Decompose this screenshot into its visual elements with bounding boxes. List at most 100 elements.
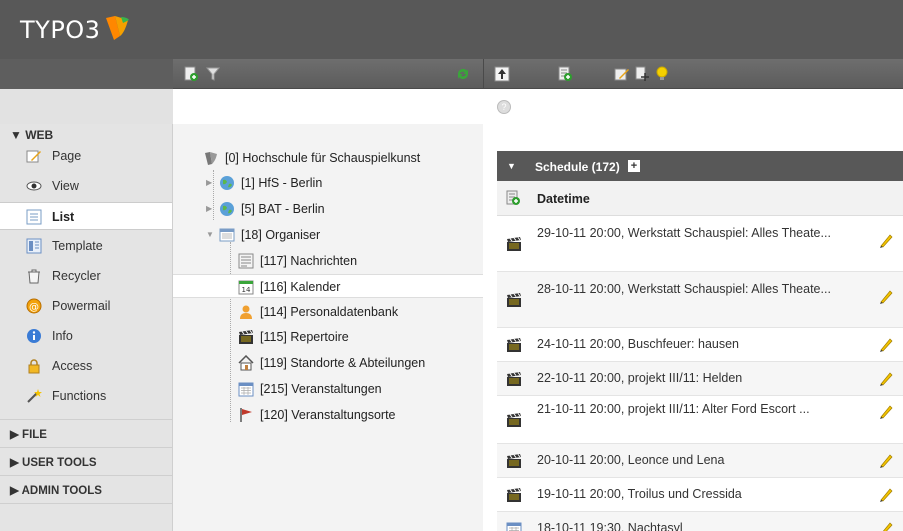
module-access[interactable]: Access: [0, 352, 172, 380]
edit-page-icon[interactable]: [614, 66, 630, 82]
functions-wand-icon: [27, 389, 42, 403]
clapperboard-icon: [507, 454, 521, 468]
edit-pencil-icon[interactable]: [879, 403, 893, 419]
module-list[interactable]: List: [0, 202, 172, 230]
tree-node-label: [1] HfS - Berlin: [241, 176, 323, 190]
new-record-icon[interactable]: [505, 190, 521, 206]
edit-pencil-icon[interactable]: [879, 336, 893, 352]
group-admin-tools[interactable]: ▶ ADMIN TOOLS: [10, 483, 102, 497]
row-datetime[interactable]: 24-10-11 20:00, Buschfeuer: hausen: [537, 336, 837, 353]
module-recycler[interactable]: Recycler: [0, 262, 172, 290]
edit-pencil-icon[interactable]: [879, 288, 893, 304]
move-page-icon[interactable]: [634, 66, 650, 82]
module-menu-subbar: [0, 89, 173, 124]
row-datetime[interactable]: 22-10-11 20:00, projekt III/11: Helden: [537, 370, 837, 387]
tree-node-label: [115] Repertoire: [260, 330, 349, 344]
flag-icon: [240, 408, 252, 422]
row-datetime[interactable]: 20-10-11 20:00, Leonce und Lena: [537, 452, 837, 469]
edit-pencil-icon[interactable]: [879, 232, 893, 248]
edit-pencil-icon[interactable]: [879, 520, 893, 531]
table-row[interactable]: 19-10-11 20:00, Troilus und Cressida: [497, 478, 903, 512]
table-header-bar: ▼ Schedule (172) +: [497, 151, 903, 181]
powermail-icon: @: [26, 298, 42, 314]
row-datetime[interactable]: 19-10-11 20:00, Troilus und Cressida: [537, 486, 837, 503]
expand-icon[interactable]: ▶: [206, 178, 212, 187]
tree-node-veranstaltungsorte[interactable]: [120] Veranstaltungsorte: [173, 403, 483, 427]
globe-icon: [220, 202, 234, 216]
row-datetime[interactable]: 21-10-11 20:00, projekt III/11: Alter Fo…: [537, 401, 837, 418]
table-row[interactable]: 24-10-11 20:00, Buschfeuer: hausen: [497, 328, 903, 362]
tree-node-label: [5] BAT - Berlin: [241, 202, 325, 216]
house-icon: [238, 355, 254, 371]
go-up-icon[interactable]: [494, 66, 510, 82]
group-file[interactable]: ▶ FILE: [10, 427, 47, 441]
group-user-tools[interactable]: ▶ USER TOOLS: [10, 455, 97, 469]
list-toolbar: [483, 59, 903, 89]
module-powermail[interactable]: @ Powermail: [0, 292, 172, 320]
menu-divider: [0, 503, 172, 504]
module-menu: ▼ WEB Page View List Template Recycler @: [0, 124, 173, 531]
tree-node-root[interactable]: [0] Hochschule für Schauspielkunst: [173, 146, 483, 170]
template-icon: [26, 238, 42, 254]
page-edit-icon: [26, 150, 41, 163]
svg-text:14: 14: [242, 286, 251, 294]
row-datetime[interactable]: 28-10-11 20:00, Werkstatt Schauspiel: Al…: [537, 281, 837, 298]
group-web[interactable]: ▼ WEB: [10, 128, 53, 142]
tree-node-veranstaltungen[interactable]: [215] Veranstaltungen: [173, 377, 483, 401]
module-view[interactable]: View: [0, 172, 172, 200]
new-record-icon[interactable]: [557, 66, 573, 82]
module-template[interactable]: Template: [0, 232, 172, 260]
tree-node-label: [114] Personaldatenbank: [260, 305, 399, 319]
typo3-root-icon: [205, 152, 217, 165]
tree-toolbar: [173, 59, 483, 89]
tree-node-repertoire[interactable]: [115] Repertoire: [173, 325, 483, 349]
filter-icon[interactable]: [205, 66, 221, 82]
add-record-button[interactable]: +: [628, 160, 640, 172]
table-row[interactable]: 21-10-11 20:00, projekt III/11: Alter Fo…: [497, 396, 903, 444]
module-menu-header: [0, 59, 173, 89]
menu-divider: [0, 447, 172, 448]
module-info[interactable]: Info: [0, 322, 172, 350]
expand-icon[interactable]: ▶: [206, 204, 212, 213]
table-row[interactable]: 29-10-11 20:00, Werkstatt Schauspiel: Al…: [497, 216, 903, 272]
tree-node-nachrichten[interactable]: [117] Nachrichten: [173, 249, 483, 273]
row-datetime[interactable]: 29-10-11 20:00, Werkstatt Schauspiel: Al…: [537, 225, 837, 242]
access-lock-icon: [28, 359, 40, 374]
tree-node-bat-berlin[interactable]: ▶ [5] BAT - Berlin: [173, 197, 483, 221]
menu-divider: [0, 419, 172, 420]
module-functions[interactable]: Functions: [0, 382, 172, 410]
tree-node-hfs-berlin[interactable]: ▶ [1] HfS - Berlin: [173, 171, 483, 195]
tree-node-label: [117] Nachrichten: [260, 254, 358, 268]
column-datetime[interactable]: Datetime: [537, 192, 590, 206]
clapperboard-icon: [507, 338, 521, 352]
module-powermail-label: Powermail: [52, 299, 111, 313]
table-row[interactable]: 22-10-11 20:00, projekt III/11: Helden: [497, 362, 903, 396]
collapse-icon[interactable]: ▼: [206, 230, 214, 239]
module-page[interactable]: Page: [0, 142, 172, 170]
edit-pencil-icon[interactable]: [879, 486, 893, 502]
module-functions-label: Functions: [52, 389, 107, 403]
table-row[interactable]: 18-10-11 19:30, Nachtasyl: [497, 512, 903, 531]
tree-node-organiser[interactable]: ▼ [18] Organiser: [173, 223, 483, 247]
help-icon[interactable]: ?: [497, 100, 511, 114]
row-datetime[interactable]: 18-10-11 19:30, Nachtasyl: [537, 520, 837, 531]
person-icon: [240, 305, 252, 319]
tree-node-standorte[interactable]: [119] Standorte & Abteilungen: [173, 351, 483, 375]
collapse-table-icon[interactable]: ▼: [507, 161, 516, 171]
new-page-icon[interactable]: [183, 66, 199, 82]
edit-pencil-icon[interactable]: [879, 370, 893, 386]
record-list: ▼ Schedule (172) + Datetime 29-10-11 20:…: [483, 124, 903, 531]
table-row[interactable]: 28-10-11 20:00, Werkstatt Schauspiel: Al…: [497, 272, 903, 328]
tree-node-kalender[interactable]: 14 [116] Kalender: [173, 274, 483, 298]
module-list-label: List: [52, 210, 75, 224]
table-row[interactable]: 20-10-11 20:00, Leonce und Lena: [497, 444, 903, 478]
tree-node-personaldatenbank[interactable]: [114] Personaldatenbank: [173, 300, 483, 324]
edit-pencil-icon[interactable]: [879, 452, 893, 468]
module-page-label: Page: [52, 149, 82, 163]
module-view-label: View: [52, 179, 79, 193]
lightbulb-icon[interactable]: [654, 66, 670, 82]
info-icon: [27, 329, 41, 343]
menu-divider: [0, 475, 172, 476]
refresh-icon[interactable]: [455, 66, 471, 82]
module-access-label: Access: [52, 359, 93, 373]
